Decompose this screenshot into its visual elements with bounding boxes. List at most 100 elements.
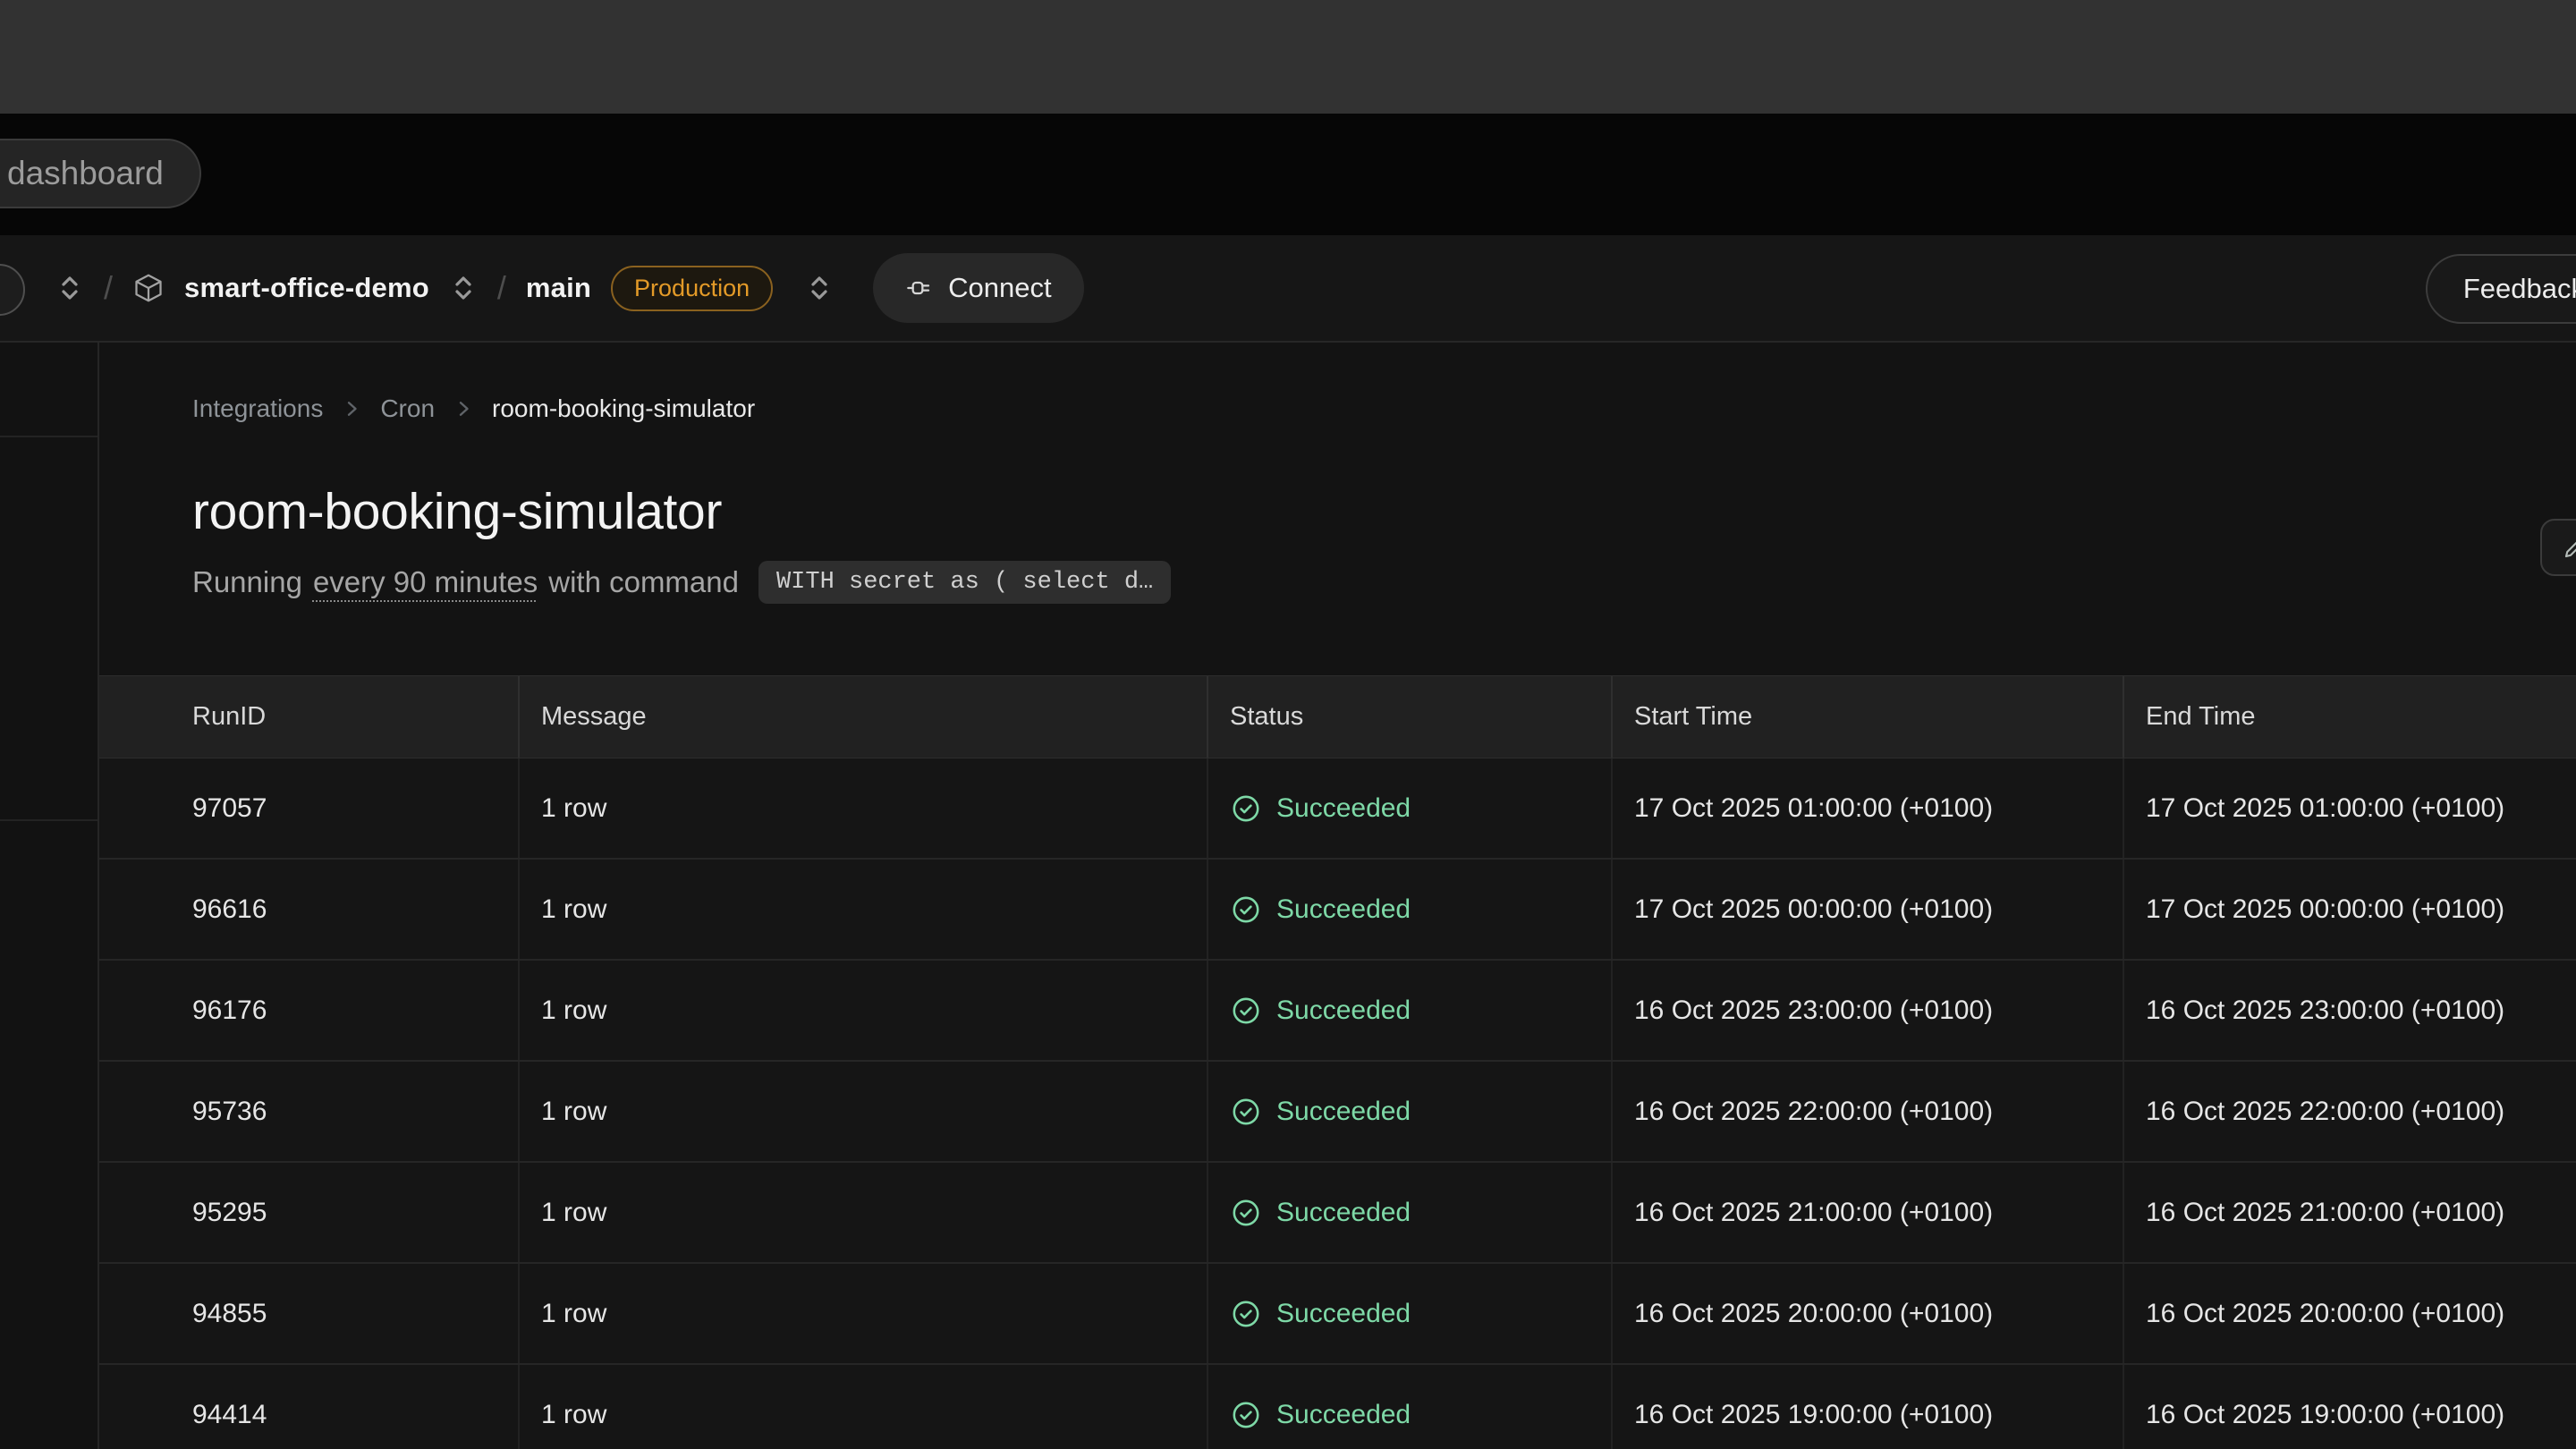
run-row[interactable]: 96176 1 row Succeeded 16 Oct 2025 23:00:… <box>99 961 2576 1062</box>
edit-cron-button[interactable] <box>2540 519 2576 576</box>
database-selector[interactable]: smart-office-demo <box>132 272 478 304</box>
browser-tab-dashboard[interactable]: dashboard <box>0 139 201 208</box>
database-cube-icon <box>132 272 165 304</box>
cell-end-time: 16 Oct 2025 23:00:00 (+0100) <box>2123 961 2576 1060</box>
run-row[interactable]: 95295 1 row Succeeded 16 Oct 2025 21:00:… <box>99 1163 2576 1264</box>
cell-start-time: 16 Oct 2025 23:00:00 (+0100) <box>1611 961 2123 1060</box>
column-header-start-time: Start Time <box>1611 676 2123 758</box>
runs-table: RunID Message Status Start Time End Time… <box>99 675 2576 1449</box>
cell-end-time: 17 Oct 2025 00:00:00 (+0100) <box>2123 860 2576 959</box>
cell-run-id: 96616 <box>99 860 518 959</box>
cell-run-id: 95295 <box>99 1163 518 1262</box>
cell-status: Succeeded <box>1207 961 1611 1060</box>
status-label: Succeeded <box>1276 1299 1411 1329</box>
column-header-message: Message <box>518 676 1207 758</box>
plug-icon <box>905 274 934 302</box>
workspace-avatar[interactable] <box>0 264 25 316</box>
pencil-icon <box>2562 534 2576 561</box>
left-sidebar <box>0 343 99 1449</box>
succeeded-check-icon <box>1230 1298 1262 1330</box>
cell-status: Succeeded <box>1207 1163 1611 1262</box>
cell-end-time: 16 Oct 2025 21:00:00 (+0100) <box>2123 1163 2576 1262</box>
breadcrumb-current: room-booking-simulator <box>492 394 755 423</box>
cell-message: 1 row <box>518 860 1207 959</box>
cell-start-time: 16 Oct 2025 22:00:00 (+0100) <box>1611 1062 2123 1161</box>
cell-message: 1 row <box>518 961 1207 1060</box>
cell-run-id: 94855 <box>99 1264 518 1363</box>
column-header-runid: RunID <box>99 676 518 758</box>
cell-start-time: 17 Oct 2025 01:00:00 (+0100) <box>1611 758 2123 858</box>
branch-name: main <box>526 272 591 304</box>
schedule-interval[interactable]: every 90 minutes <box>313 565 538 599</box>
cell-message: 1 row <box>518 1365 1207 1449</box>
cell-start-time: 16 Oct 2025 21:00:00 (+0100) <box>1611 1163 2123 1262</box>
subtitle-suffix: with command <box>548 565 739 599</box>
breadcrumb-integrations[interactable]: Integrations <box>192 394 323 423</box>
cell-run-id: 97057 <box>99 758 518 858</box>
database-name: smart-office-demo <box>184 272 429 304</box>
status-label: Succeeded <box>1276 1097 1411 1127</box>
cell-run-id: 94414 <box>99 1365 518 1449</box>
page-title: room-booking-simulator <box>192 482 2576 541</box>
feedback-button[interactable]: Feedback <box>2426 254 2576 324</box>
status-label: Succeeded <box>1276 894 1411 925</box>
succeeded-check-icon <box>1230 995 1262 1027</box>
browser-tab-strip: dashboard <box>0 114 2576 235</box>
cell-message: 1 row <box>518 1264 1207 1363</box>
run-row[interactable]: 94855 1 row Succeeded 16 Oct 2025 20:00:… <box>99 1264 2576 1365</box>
cell-status: Succeeded <box>1207 1264 1611 1363</box>
subtitle-prefix: Running <box>192 565 302 599</box>
cell-status: Succeeded <box>1207 1062 1611 1161</box>
status-label: Succeeded <box>1276 996 1411 1026</box>
cell-status: Succeeded <box>1207 860 1611 959</box>
connect-button[interactable]: Connect <box>873 253 1083 323</box>
run-table-body: 97057 1 row Succeeded 17 Oct 2025 01:00:… <box>99 758 2576 1449</box>
chevron-right-icon <box>341 398 362 419</box>
chevron-up-down-icon[interactable] <box>449 274 478 302</box>
branch-selector[interactable]: main Production <box>526 266 834 311</box>
cell-end-time: 16 Oct 2025 22:00:00 (+0100) <box>2123 1062 2576 1161</box>
succeeded-check-icon <box>1230 792 1262 825</box>
run-row[interactable]: 94414 1 row Succeeded 16 Oct 2025 19:00:… <box>99 1365 2576 1449</box>
cell-end-time: 16 Oct 2025 19:00:00 (+0100) <box>2123 1365 2576 1449</box>
path-separator: / <box>497 269 506 307</box>
breadcrumb-cron[interactable]: Cron <box>380 394 435 423</box>
cell-end-time: 16 Oct 2025 20:00:00 (+0100) <box>2123 1264 2576 1363</box>
chevron-right-icon <box>453 398 474 419</box>
page-header: Integrations Cron room-booking-simulator… <box>99 343 2576 604</box>
run-row[interactable]: 97057 1 row Succeeded 17 Oct 2025 01:00:… <box>99 758 2576 860</box>
cell-run-id: 96176 <box>99 961 518 1060</box>
cell-run-id: 95736 <box>99 1062 518 1161</box>
window-title-bar <box>0 0 2576 114</box>
browser-tab-label: dashboard <box>7 155 164 192</box>
app-body: Integrations Cron room-booking-simulator… <box>0 343 2576 1449</box>
cell-start-time: 16 Oct 2025 20:00:00 (+0100) <box>1611 1264 2123 1363</box>
path-separator: / <box>104 269 113 307</box>
cell-end-time: 17 Oct 2025 01:00:00 (+0100) <box>2123 758 2576 858</box>
run-row[interactable]: 95736 1 row Succeeded 16 Oct 2025 22:00:… <box>99 1062 2576 1163</box>
chevron-up-down-icon[interactable] <box>55 274 84 302</box>
cell-status: Succeeded <box>1207 758 1611 858</box>
project-bar: / smart-office-demo / main Production Co… <box>0 235 2576 343</box>
main-content: Integrations Cron room-booking-simulator… <box>99 343 2576 1449</box>
status-label: Succeeded <box>1276 1198 1411 1228</box>
chevron-up-down-icon[interactable] <box>805 274 834 302</box>
table-header-row: RunID Message Status Start Time End Time <box>99 675 2576 758</box>
cell-message: 1 row <box>518 1062 1207 1161</box>
status-label: Succeeded <box>1276 1400 1411 1430</box>
workspace-selector[interactable] <box>55 274 84 302</box>
succeeded-check-icon <box>1230 894 1262 926</box>
column-header-end-time: End Time <box>2123 676 2576 758</box>
breadcrumb: Integrations Cron room-booking-simulator <box>192 394 2576 423</box>
production-badge: Production <box>611 266 773 311</box>
cell-start-time: 17 Oct 2025 00:00:00 (+0100) <box>1611 860 2123 959</box>
status-label: Succeeded <box>1276 793 1411 824</box>
cell-start-time: 16 Oct 2025 19:00:00 (+0100) <box>1611 1365 2123 1449</box>
sidebar-divider <box>0 819 97 821</box>
cell-status: Succeeded <box>1207 1365 1611 1449</box>
column-header-status: Status <box>1207 676 1611 758</box>
succeeded-check-icon <box>1230 1096 1262 1128</box>
feedback-label: Feedback <box>2463 273 2576 305</box>
command-snippet-chip[interactable]: WITH secret as ( select d… <box>758 561 1171 604</box>
run-row[interactable]: 96616 1 row Succeeded 17 Oct 2025 00:00:… <box>99 860 2576 961</box>
